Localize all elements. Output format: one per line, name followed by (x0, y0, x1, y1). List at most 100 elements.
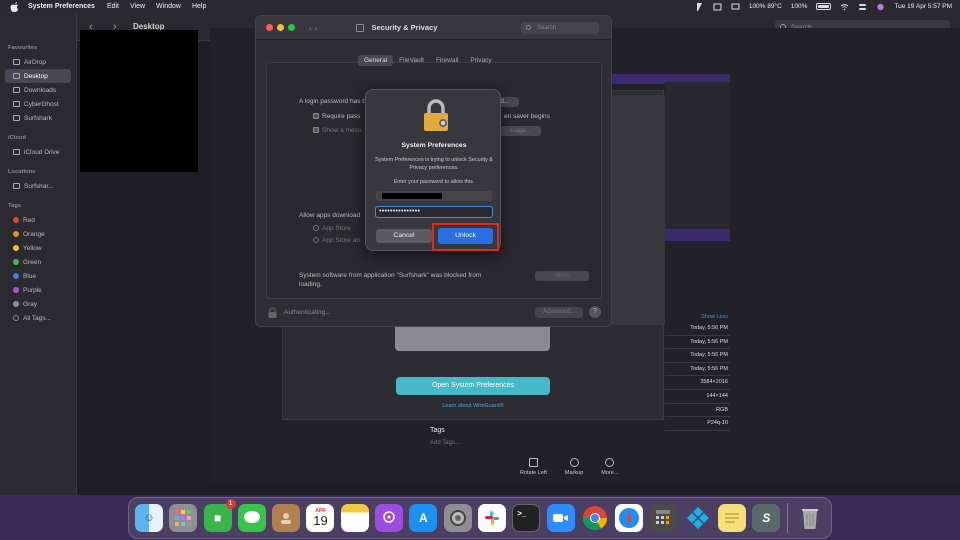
kodi-icon[interactable] (684, 504, 712, 532)
cancel-button[interactable]: Cancel (376, 229, 432, 243)
app-store-radio[interactable]: App Store (313, 225, 351, 232)
info-row: 3584×2016 (665, 376, 730, 390)
tab-general[interactable]: General (358, 55, 394, 66)
minimize-button[interactable] (277, 24, 284, 31)
info-row: RGB (665, 404, 730, 418)
sidebar-tag-orange[interactable]: Orange (5, 227, 71, 241)
trash-icon[interactable] (796, 504, 824, 532)
ssh-icon[interactable] (713, 3, 722, 11)
sidebar-item-surfshark[interactable]: Surfshark (5, 111, 71, 125)
menu-bar: System Preferences Edit View Window Help… (0, 0, 960, 13)
finder-icon[interactable]: ☺ (135, 504, 163, 532)
sidebar-item-label: Blue (23, 272, 37, 280)
add-tags-input[interactable]: Add Tags... (430, 440, 460, 446)
tab-privacy[interactable]: Privacy (464, 55, 497, 66)
tab-firewall[interactable]: Firewall (430, 55, 464, 66)
safari-icon[interactable] (615, 504, 644, 532)
set-lock-message-button[interactable]: ssage... (499, 126, 541, 136)
apple-menu-icon[interactable] (10, 1, 20, 12)
show-less-link[interactable]: Show Less (665, 312, 730, 322)
sidebar-item-airdrop[interactable]: AirDrop (5, 55, 71, 69)
messages-icon[interactable] (237, 504, 266, 532)
tab-filevault[interactable]: FileVault (393, 55, 430, 66)
surfshark-icon[interactable]: S (752, 504, 781, 532)
sidebar-item-desktop[interactable]: Desktop (5, 69, 71, 83)
clock[interactable]: Tue 19 Apr 5:57 PM (894, 3, 952, 10)
notes-icon[interactable] (340, 504, 369, 532)
sidebar-tag-blue[interactable]: Blue (5, 269, 71, 283)
screenshot-side-panel (665, 82, 730, 229)
close-button[interactable] (266, 24, 273, 31)
sidebar-item-icloud-drive[interactable]: iCloud Drive (5, 145, 71, 159)
file-info-panel: Show Less Today, 5:56 PM Today, 5:56 PM … (665, 312, 730, 431)
sidebar-tag-red[interactable]: Red (5, 213, 71, 227)
tag-dot-icon (13, 301, 19, 307)
sidebar-tag-green[interactable]: Green (5, 255, 71, 269)
battery-icon[interactable] (816, 3, 832, 10)
favourites-heading: Favourites (8, 45, 38, 51)
battery-percent[interactable]: 100% (791, 3, 808, 10)
info-row: Today, 5:56 PM (665, 363, 730, 377)
prefs-search-input[interactable]: Search (521, 22, 599, 34)
app-store-icon[interactable]: A (409, 504, 438, 532)
unlock-button[interactable]: Unlock (438, 228, 493, 244)
sidebar-item-label: Gray (23, 300, 38, 308)
stickies-icon[interactable] (718, 504, 747, 532)
app-store-identified-radio[interactable]: App Store an (313, 237, 360, 244)
calendar-icon[interactable]: APR 19 (306, 504, 335, 532)
menu-view[interactable]: View (130, 3, 145, 10)
slack-icon[interactable] (477, 504, 506, 532)
launchpad-icon[interactable] (169, 504, 198, 532)
podcasts-icon[interactable] (375, 504, 404, 532)
more-icon (605, 458, 615, 467)
allow-button[interactable]: Allow (535, 271, 589, 281)
tv-icon[interactable] (731, 3, 740, 11)
zoom-button[interactable] (288, 24, 295, 31)
username-field[interactable] (376, 191, 492, 201)
password-field[interactable]: ••••••••••••••• (375, 206, 493, 218)
menu-edit[interactable]: Edit (107, 3, 119, 10)
show-message-checkbox[interactable]: Show a mess (313, 127, 361, 134)
help-button[interactable]: ? (589, 306, 601, 318)
lock-icon[interactable] (268, 307, 277, 318)
locations-heading: Locations (8, 169, 36, 175)
auth-dialog: System Preferences System Preferences is… (365, 89, 501, 251)
markup-button[interactable]: Markup (565, 458, 583, 476)
more-button[interactable]: More... (601, 458, 618, 476)
control-center-icon[interactable] (858, 3, 867, 11)
menu-help[interactable]: Help (192, 3, 206, 10)
file-thumbnail[interactable] (80, 30, 198, 172)
cloud-icon (13, 149, 20, 155)
sidebar-item-downloads[interactable]: Downloads (5, 83, 71, 97)
siri-icon[interactable] (876, 3, 885, 11)
tag-dot-icon (13, 273, 19, 279)
sidebar-item-label: Surfshark (24, 114, 52, 122)
terminal-icon[interactable]: >_ (512, 504, 541, 532)
sidebar-item-cyberghost[interactable]: CyberGhost (5, 97, 71, 111)
vpn-icon[interactable] (695, 2, 704, 11)
sidebar-all-tags[interactable]: All Tags... (5, 311, 71, 325)
menu-window[interactable]: Window (156, 3, 181, 10)
temperature-readout[interactable]: 100% 89°C (749, 3, 782, 10)
system-preferences-icon[interactable] (443, 504, 472, 532)
zoom-icon[interactable] (546, 504, 575, 532)
finder-sidebar: Favourites AirDrop Desktop Downloads Cyb… (0, 13, 77, 495)
tag-dot-icon (13, 245, 19, 251)
back-forward-icon[interactable]: ‹ › (309, 23, 318, 33)
menu-app-name[interactable]: System Preferences (28, 3, 95, 10)
sidebar-tag-gray[interactable]: Gray (5, 297, 71, 311)
contacts-icon[interactable] (272, 504, 301, 532)
require-password-checkbox[interactable]: Require pass (313, 113, 360, 120)
open-system-preferences-button[interactable]: Open System Preferences (396, 377, 550, 395)
facetime-icon[interactable]: ■ 1 (203, 499, 236, 532)
calculator-icon[interactable] (649, 504, 678, 532)
sidebar-tag-yellow[interactable]: Yellow (5, 241, 71, 255)
rotate-left-button[interactable]: Rotate Left (520, 458, 547, 476)
advanced-button[interactable]: Advanced... (535, 307, 583, 318)
learn-wireguard-link[interactable]: Learn about WireGuard® (400, 403, 546, 409)
wifi-icon[interactable] (840, 3, 849, 11)
sidebar-tag-purple[interactable]: Purple (5, 283, 71, 297)
show-all-grid-icon[interactable] (355, 23, 364, 32)
chrome-icon[interactable] (581, 504, 609, 532)
sidebar-item-surfshark-volume[interactable]: Surfshar... (5, 179, 71, 193)
